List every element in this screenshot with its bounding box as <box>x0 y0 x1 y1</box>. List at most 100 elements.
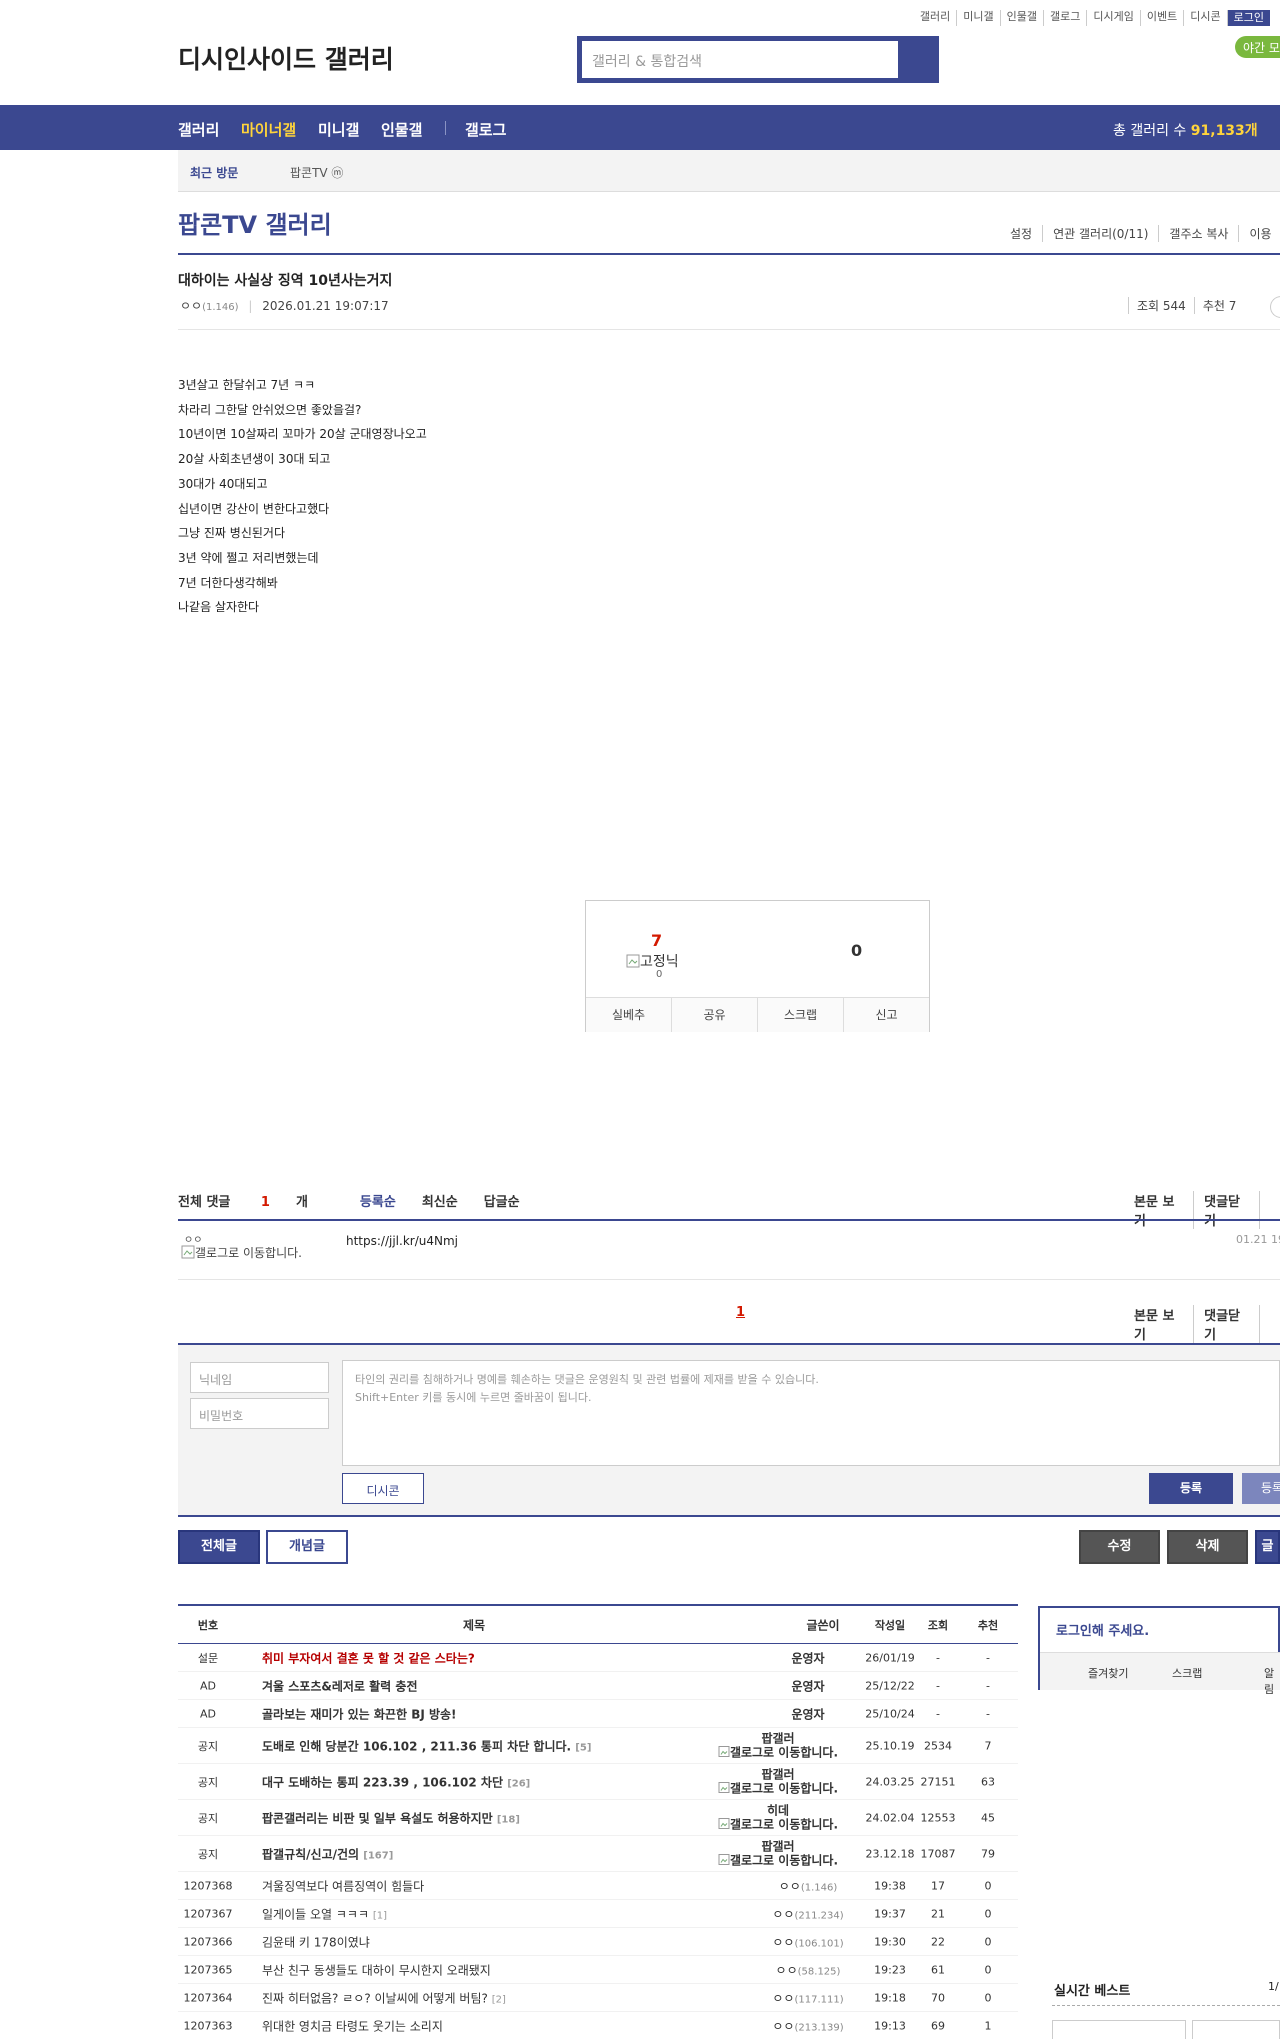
row-subject[interactable]: 팝콘갤러리는 비판 및 일부 욕설도 허용하지만 [18] <box>262 1809 520 1826</box>
row-subject[interactable]: 겨울징역보다 여름징역이 힘들다 <box>262 1877 424 1894</box>
row-views: - <box>936 1651 940 1664</box>
row-reply-count[interactable]: [5] <box>575 1742 591 1753</box>
mainnav-gallery[interactable]: 갤러리 <box>178 119 219 140</box>
password-input[interactable]: 비밀번호 <box>190 1398 329 1429</box>
table-row[interactable]: 1207367 일게이들 오열 ㅋㅋㅋ [1] ㅇㅇ(211.234) 19:37 21… <box>178 1900 1018 1928</box>
row-reply-count[interactable]: [18] <box>497 1814 520 1825</box>
table-row[interactable]: 1207366 김윤태 키 178이였냐 ㅇㅇ(106.101) 19:30 22 0 <box>178 1928 1018 1956</box>
share-button[interactable]: 공유 <box>671 998 757 1032</box>
sort-latest[interactable]: 최신순 <box>422 1191 458 1210</box>
search-button[interactable] <box>900 39 936 80</box>
recommend-down-button[interactable] <box>766 911 826 981</box>
broken-image-icon <box>181 1245 195 1259</box>
comment-total-unit: 개 <box>295 1195 308 1210</box>
tab-favorites[interactable]: 즐겨찾기 <box>1088 1665 1128 1681</box>
write-button[interactable]: 글 <box>1255 1530 1280 1564</box>
table-row[interactable]: 공지 대구 도배하는 통피 223.39 , 106.102 차단 [26] 팝갤러… <box>178 1764 1018 1800</box>
login-prompt[interactable]: 로그인해 주세요. <box>1056 1620 1149 1639</box>
comment-submit-recommend-button[interactable]: 등록 <box>1242 1473 1280 1504</box>
row-reply-count[interactable]: [2] <box>492 1994 506 2005</box>
table-row[interactable]: 1207365 부산 친구 동생들도 대하이 무시한지 오래됐지 ㅇㅇ(58.12… <box>178 1956 1018 1984</box>
row-reply-count[interactable]: [26] <box>507 1778 530 1789</box>
comment-submit-button[interactable]: 등록 <box>1149 1473 1233 1504</box>
comment-page-1[interactable]: 1 <box>736 1305 745 1320</box>
row-reply-count[interactable]: [1] <box>373 1910 387 1921</box>
concept-posts-button[interactable]: 개념글 <box>266 1530 348 1564</box>
sort-reply[interactable]: 답글순 <box>484 1191 520 1210</box>
table-row[interactable]: 1207364 진짜 히터없음? ㄹㅇ? 이날씨에 어떻게 버팀? [2] ㅇㅇ(1… <box>178 1984 1018 2012</box>
row-writer-block[interactable]: 팝갤러 갤로그로 이동합니다. <box>678 1768 878 1795</box>
row-subject[interactable]: 부산 친구 동생들도 대하이 무시한지 오래됐지 <box>262 1961 491 1978</box>
recommend-actions: 실베추 공유 스크랩 신고 <box>586 997 929 1032</box>
edit-button[interactable]: 수정 <box>1079 1530 1160 1564</box>
topnav-minigal[interactable]: 미니갤 <box>957 10 1001 26</box>
recent-item[interactable]: 팝콘TV ⓜ <box>290 164 343 181</box>
row-subject[interactable]: 취미 부자여서 결혼 못 할 것 같은 스타는? <box>262 1649 475 1666</box>
topnav-dccon[interactable]: 디시콘 <box>1184 10 1228 26</box>
table-row[interactable]: AD 겨울 스포츠&레저로 활력 충전 운영자 25/12/22- - <box>178 1672 1018 1700</box>
post-author[interactable]: ㅇㅇ <box>180 299 202 313</box>
row-number: 1207365 <box>183 1963 233 1976</box>
top-nav: 갤러리 미니갤 인물갤 갤로그 디시게임 이벤트 디시콘 로그인 <box>914 10 1270 26</box>
realbest-button[interactable]: 실베추 <box>586 998 671 1032</box>
gallery-title[interactable]: 팝콘TV 갤러리 <box>178 205 332 240</box>
row-subject[interactable]: 일게이들 오열 ㅋㅋㅋ [1] <box>262 1905 387 1922</box>
row-subject[interactable]: 진짜 히터없음? ㄹㅇ? 이날씨에 어떻게 버팀? [2] <box>262 1989 506 2006</box>
row-subject[interactable]: 도배로 인해 당분간 106.102 , 211.36 통피 차단 합니다. [… <box>262 1737 591 1754</box>
topnav-gallery[interactable]: 갤러리 <box>914 10 958 26</box>
recommend-up-button[interactable] <box>686 911 746 981</box>
settings-link[interactable]: 설정 <box>1000 225 1042 242</box>
topnav-person[interactable]: 인물갤 <box>1001 10 1045 26</box>
table-row[interactable]: 공지 팝갤규칙/신고/건의 [167] 팝갤러 갤로그로 이동합니다. 23.12.18… <box>178 1836 1018 1872</box>
topnav-gallog[interactable]: 갤로그 <box>1044 10 1088 26</box>
mainnav-gallog[interactable]: 갤로그 <box>465 119 506 140</box>
comment-textarea[interactable]: 타인의 권리를 침해하거나 명예를 훼손하는 댓글은 운영원칙 및 관련 법률에… <box>342 1360 1280 1466</box>
table-row[interactable]: 설문 취미 부자여서 결혼 못 할 것 같은 스타는? 운영자 26/01/19- - <box>178 1644 1018 1672</box>
table-row[interactable]: 1207368 겨울징역보다 여름징역이 힘들다 ㅇㅇ(1.146) 19:38 17… <box>178 1872 1018 1900</box>
comment-gallog-link[interactable]: 갤로그로 이동합니다. <box>181 1245 311 1259</box>
comment-nick[interactable]: ㅇㅇ <box>184 1231 202 1246</box>
search-input[interactable]: 갤러리 & 통합검색 <box>582 41 898 78</box>
dccon-button[interactable]: 디시콘 <box>342 1473 424 1504</box>
refresh-button-bottom[interactable] <box>1259 1305 1280 1343</box>
realtime-best-card[interactable] <box>1192 2020 1280 2039</box>
delete-button[interactable]: 삭제 <box>1167 1530 1248 1564</box>
usage-link[interactable]: 이용 <box>1238 225 1280 242</box>
table-row[interactable]: 1207363 위대한 영치금 타령도 웃기는 소리지 ㅇㅇ(213.139) 19… <box>178 2012 1018 2039</box>
row-writer-ip: (117.111) <box>794 1994 844 2005</box>
topnav-event[interactable]: 이벤트 <box>1141 10 1185 26</box>
table-row[interactable]: 공지 팝콘갤러리는 비판 및 일부 욕설도 허용하지만 [18] 히데 갤로그로 이동… <box>178 1800 1018 1836</box>
mainnav-mini[interactable]: 미니갤 <box>318 119 359 140</box>
close-comments-button-bottom[interactable]: 댓글닫기 <box>1193 1305 1259 1343</box>
row-subject[interactable]: 겨울 스포츠&레저로 활력 충전 <box>262 1677 417 1694</box>
row-reply-count[interactable]: [167] <box>363 1850 393 1861</box>
row-subject[interactable]: 팝갤규칙/신고/건의 [167] <box>262 1845 393 1862</box>
mainnav-minor[interactable]: 마이너갤 <box>241 119 296 140</box>
tab-scrap[interactable]: 스크랩 <box>1172 1665 1202 1681</box>
copy-url-link[interactable]: 갤주소 복사 <box>1158 225 1238 242</box>
mainnav-person[interactable]: 인물갤 <box>381 119 422 140</box>
view-body-button-bottom[interactable]: 본문 보기 <box>1124 1305 1193 1343</box>
row-writer-block[interactable]: 히데 갤로그로 이동합니다. <box>678 1804 878 1831</box>
sort-registered[interactable]: 등록순 <box>360 1191 396 1210</box>
login-button[interactable]: 로그인 <box>1227 10 1270 26</box>
nickname-input[interactable]: 닉네임 <box>190 1362 329 1393</box>
tab-alerts[interactable]: 알림 <box>1264 1665 1280 1697</box>
site-logo[interactable]: 디시인사이드 갤러리 <box>178 40 394 76</box>
scrap-button[interactable]: 스크랩 <box>757 998 843 1032</box>
row-subject[interactable]: 위대한 영치금 타령도 웃기는 소리지 <box>262 2017 443 2034</box>
realtime-best-card[interactable] <box>1052 2020 1186 2039</box>
row-subject[interactable]: 대구 도배하는 통피 223.39 , 106.102 차단 [26] <box>262 1773 530 1790</box>
row-subject[interactable]: 김윤태 키 178이였냐 <box>262 1933 370 1950</box>
report-button[interactable]: 신고 <box>843 998 929 1032</box>
all-posts-button[interactable]: 전체글 <box>178 1530 260 1564</box>
row-writer-block[interactable]: 팝갤러 갤로그로 이동합니다. <box>678 1840 878 1867</box>
table-row[interactable]: 공지 도배로 인해 당분간 106.102 , 211.36 통피 차단 합니다.… <box>178 1728 1018 1764</box>
row-subject[interactable]: 골라보는 재미가 있는 화끈한 BJ 방송! <box>262 1705 457 1722</box>
topnav-dcgame[interactable]: 디시게임 <box>1087 10 1141 26</box>
row-writer-block[interactable]: 팝갤러 갤로그로 이동합니다. <box>678 1732 878 1759</box>
related-gallery-link[interactable]: 연관 갤러리(0/11) <box>1042 225 1158 242</box>
table-row[interactable]: AD 골라보는 재미가 있는 화끈한 BJ 방송! 운영자 25/10/24- - <box>178 1700 1018 1728</box>
post-option-button[interactable] <box>1270 296 1280 318</box>
night-mode-toggle[interactable]: 야간 모 <box>1235 36 1280 58</box>
